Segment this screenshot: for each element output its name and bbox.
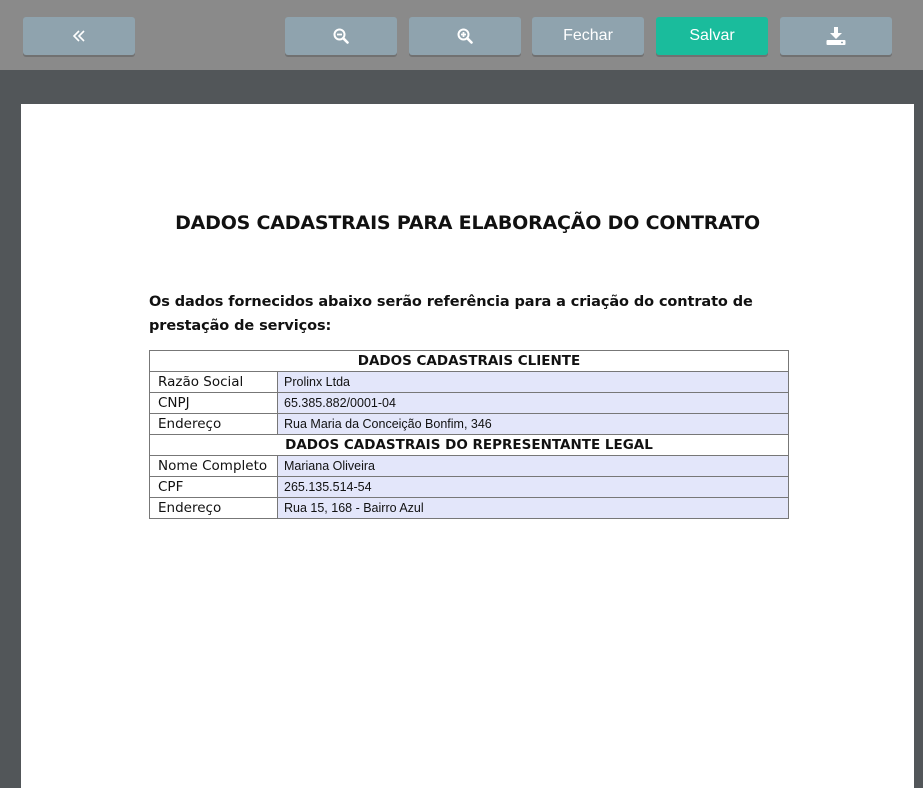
table-row: Razão Social Prolinx Ltda: [149, 371, 789, 393]
zoom-in-button[interactable]: [409, 17, 521, 55]
field-label: Endereço: [149, 413, 278, 435]
zoom-out-icon: [333, 28, 349, 44]
table-row: Nome Completo Mariana Oliveira: [149, 455, 789, 477]
document-viewer[interactable]: DADOS CADASTRAIS PARA ELABORAÇÃO DO CONT…: [0, 70, 923, 788]
table-row: CPF 265.135.514-54: [149, 476, 789, 498]
section-header-row: DADOS CADASTRAIS DO REPRESENTANTE LEGAL: [149, 434, 789, 456]
zoom-out-button[interactable]: [285, 17, 397, 55]
close-button[interactable]: Fechar: [532, 17, 644, 55]
document-title: DADOS CADASTRAIS PARA ELABORAÇÃO DO CONT…: [175, 212, 760, 234]
zoom-in-icon: [457, 28, 473, 44]
section-heading-representative: DADOS CADASTRAIS DO REPRESENTANTE LEGAL: [149, 434, 789, 456]
save-button[interactable]: Salvar: [656, 17, 768, 55]
representative-address-field[interactable]: Rua 15, 168 - Bairro Azul: [277, 497, 789, 519]
company-name-field[interactable]: Prolinx Ltda: [277, 371, 789, 393]
section-heading-client: DADOS CADASTRAIS CLIENTE: [149, 350, 789, 372]
field-label: Nome Completo: [149, 455, 278, 477]
table-row: CNPJ 65.385.882/0001-04: [149, 392, 789, 414]
field-label: CNPJ: [149, 392, 278, 414]
field-label: CPF: [149, 476, 278, 498]
double-chevron-left-icon: [72, 30, 85, 42]
download-icon: [826, 27, 846, 45]
download-button[interactable]: [780, 17, 892, 55]
table-row: Endereço Rua Maria da Conceição Bonfim, …: [149, 413, 789, 435]
toolbar: Fechar Salvar: [0, 0, 923, 70]
intro-text: Os dados fornecidos abaixo serão referên…: [149, 294, 753, 334]
client-address-field[interactable]: Rua Maria da Conceição Bonfim, 346: [277, 413, 789, 435]
full-name-field[interactable]: Mariana Oliveira: [277, 455, 789, 477]
cnpj-field[interactable]: 65.385.882/0001-04: [277, 392, 789, 414]
field-label: Razão Social: [149, 371, 278, 393]
cpf-field[interactable]: 265.135.514-54: [277, 476, 789, 498]
table-row: Endereço Rua 15, 168 - Bairro Azul: [149, 497, 789, 519]
registration-table: DADOS CADASTRAIS CLIENTE Razão Social Pr…: [149, 350, 789, 519]
back-button[interactable]: [23, 17, 135, 55]
section-header-row: DADOS CADASTRAIS CLIENTE: [149, 350, 789, 372]
field-label: Endereço: [149, 497, 278, 519]
document-page: DADOS CADASTRAIS PARA ELABORAÇÃO DO CONT…: [21, 104, 914, 788]
